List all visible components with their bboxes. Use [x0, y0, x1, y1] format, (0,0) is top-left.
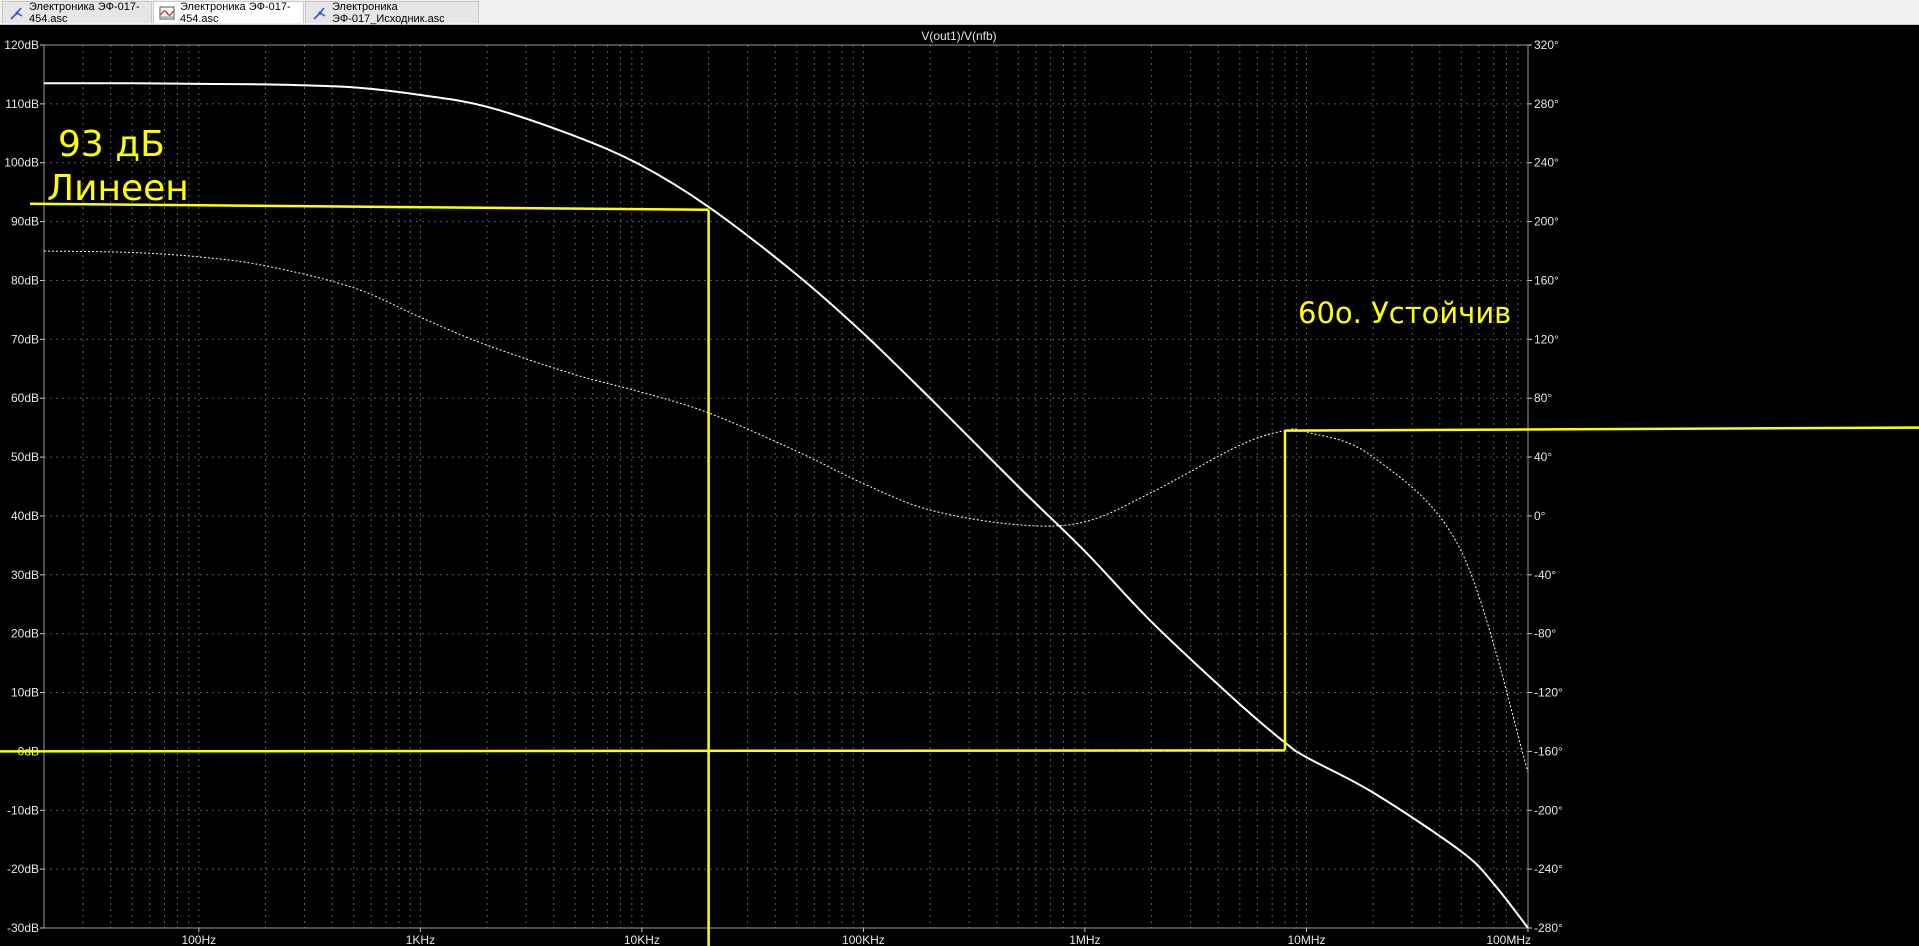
- y-left-tick-label: 30dB: [11, 568, 39, 582]
- schematic-icon: [8, 5, 24, 21]
- y-right-tick-label: 320°: [1534, 38, 1559, 52]
- tab-schematic-source[interactable]: Электроника ЭФ-017_Исходник.asc: [305, 0, 479, 25]
- y-right-tick-label: 160°: [1534, 274, 1559, 288]
- document-tab-bar: Электроника ЭФ-017-454.asc Электроника Э…: [0, 0, 1919, 25]
- waveform-plot-pane[interactable]: V(out1)/V(nfb) 120dB 110dB 100dB 90dB 80dB 70…: [0, 25, 1919, 946]
- x-tick-label: 10KHz: [624, 933, 660, 946]
- y-left-tick-label: 10dB: [11, 686, 39, 700]
- y-right-tick-label: 80°: [1534, 391, 1552, 405]
- y-left-tick-label: -20dB: [7, 862, 39, 876]
- y-left-tick-label: 50dB: [11, 450, 39, 464]
- x-tick-label: 100Hz: [181, 933, 216, 946]
- x-tick-label: 10MHz: [1287, 933, 1325, 946]
- tab-label: Электроника ЭФ-017_Исходник.asc: [332, 0, 445, 25]
- y-right-tick-label: 200°: [1534, 215, 1559, 229]
- bode-plot-chart[interactable]: V(out1)/V(nfb) 120dB 110dB 100dB 90dB 80dB 70…: [0, 25, 1919, 946]
- y-right-tick-label: -80°: [1534, 627, 1556, 641]
- plot-background: [0, 25, 1919, 946]
- y-right-tick-label: -280°: [1534, 921, 1563, 935]
- x-tick-label: 100MHz: [1486, 933, 1531, 946]
- y-right-tick-label: -160°: [1534, 744, 1563, 758]
- y-left-tick-label: -30dB: [7, 921, 39, 935]
- annotation-stability-text: 60о. Устойчив: [1298, 296, 1511, 330]
- tab-label: Электроника ЭФ-017-454.asc: [29, 0, 140, 25]
- x-tick-label: 1MHz: [1069, 933, 1100, 946]
- y-right-tick-label: 280°: [1534, 97, 1559, 111]
- y-left-tick-label: 70dB: [11, 332, 39, 346]
- y-right-tick-label: -40°: [1534, 568, 1556, 582]
- tab-schematic-1[interactable]: Электроника ЭФ-017-454.asc: [2, 0, 152, 25]
- schematic-icon: [311, 5, 327, 21]
- y-right-tick-label: 40°: [1534, 450, 1552, 464]
- y-left-tick-label: 20dB: [11, 627, 39, 641]
- tab-label: Электроника ЭФ-017-454.asc: [180, 0, 291, 25]
- y-right-tick-label: -200°: [1534, 803, 1563, 817]
- y-right-tick-label: -240°: [1534, 862, 1563, 876]
- y-left-tick-label: 80dB: [11, 274, 39, 288]
- tab-waveform[interactable]: Электроника ЭФ-017-454.asc: [153, 0, 304, 25]
- y-left-tick-label: 100dB: [4, 156, 39, 170]
- waveform-icon: [159, 5, 175, 21]
- annotation-gain-text: 93 дБ: [58, 124, 165, 165]
- annotation-linear-text: Линеен: [47, 168, 189, 209]
- y-right-tick-label: 0°: [1534, 509, 1546, 523]
- y-right-tick-label: -120°: [1534, 686, 1563, 700]
- y-left-tick-label: 90dB: [11, 215, 39, 229]
- y-right-tick-label: 120°: [1534, 332, 1559, 346]
- x-tick-label: 1KHz: [406, 933, 435, 946]
- y-left-tick-label: 60dB: [11, 391, 39, 405]
- zero-db-line: [0, 749, 1286, 753]
- y-left-tick-label: -10dB: [7, 803, 39, 817]
- y-right-tick-label: 240°: [1534, 156, 1559, 170]
- x-tick-label: 100KHz: [842, 933, 885, 946]
- y-left-tick-label: 110dB: [5, 97, 39, 111]
- y-left-tick-label: 120dB: [4, 38, 39, 52]
- plot-title: V(out1)/V(nfb): [921, 29, 996, 43]
- y-left-tick-label: 40dB: [11, 509, 39, 523]
